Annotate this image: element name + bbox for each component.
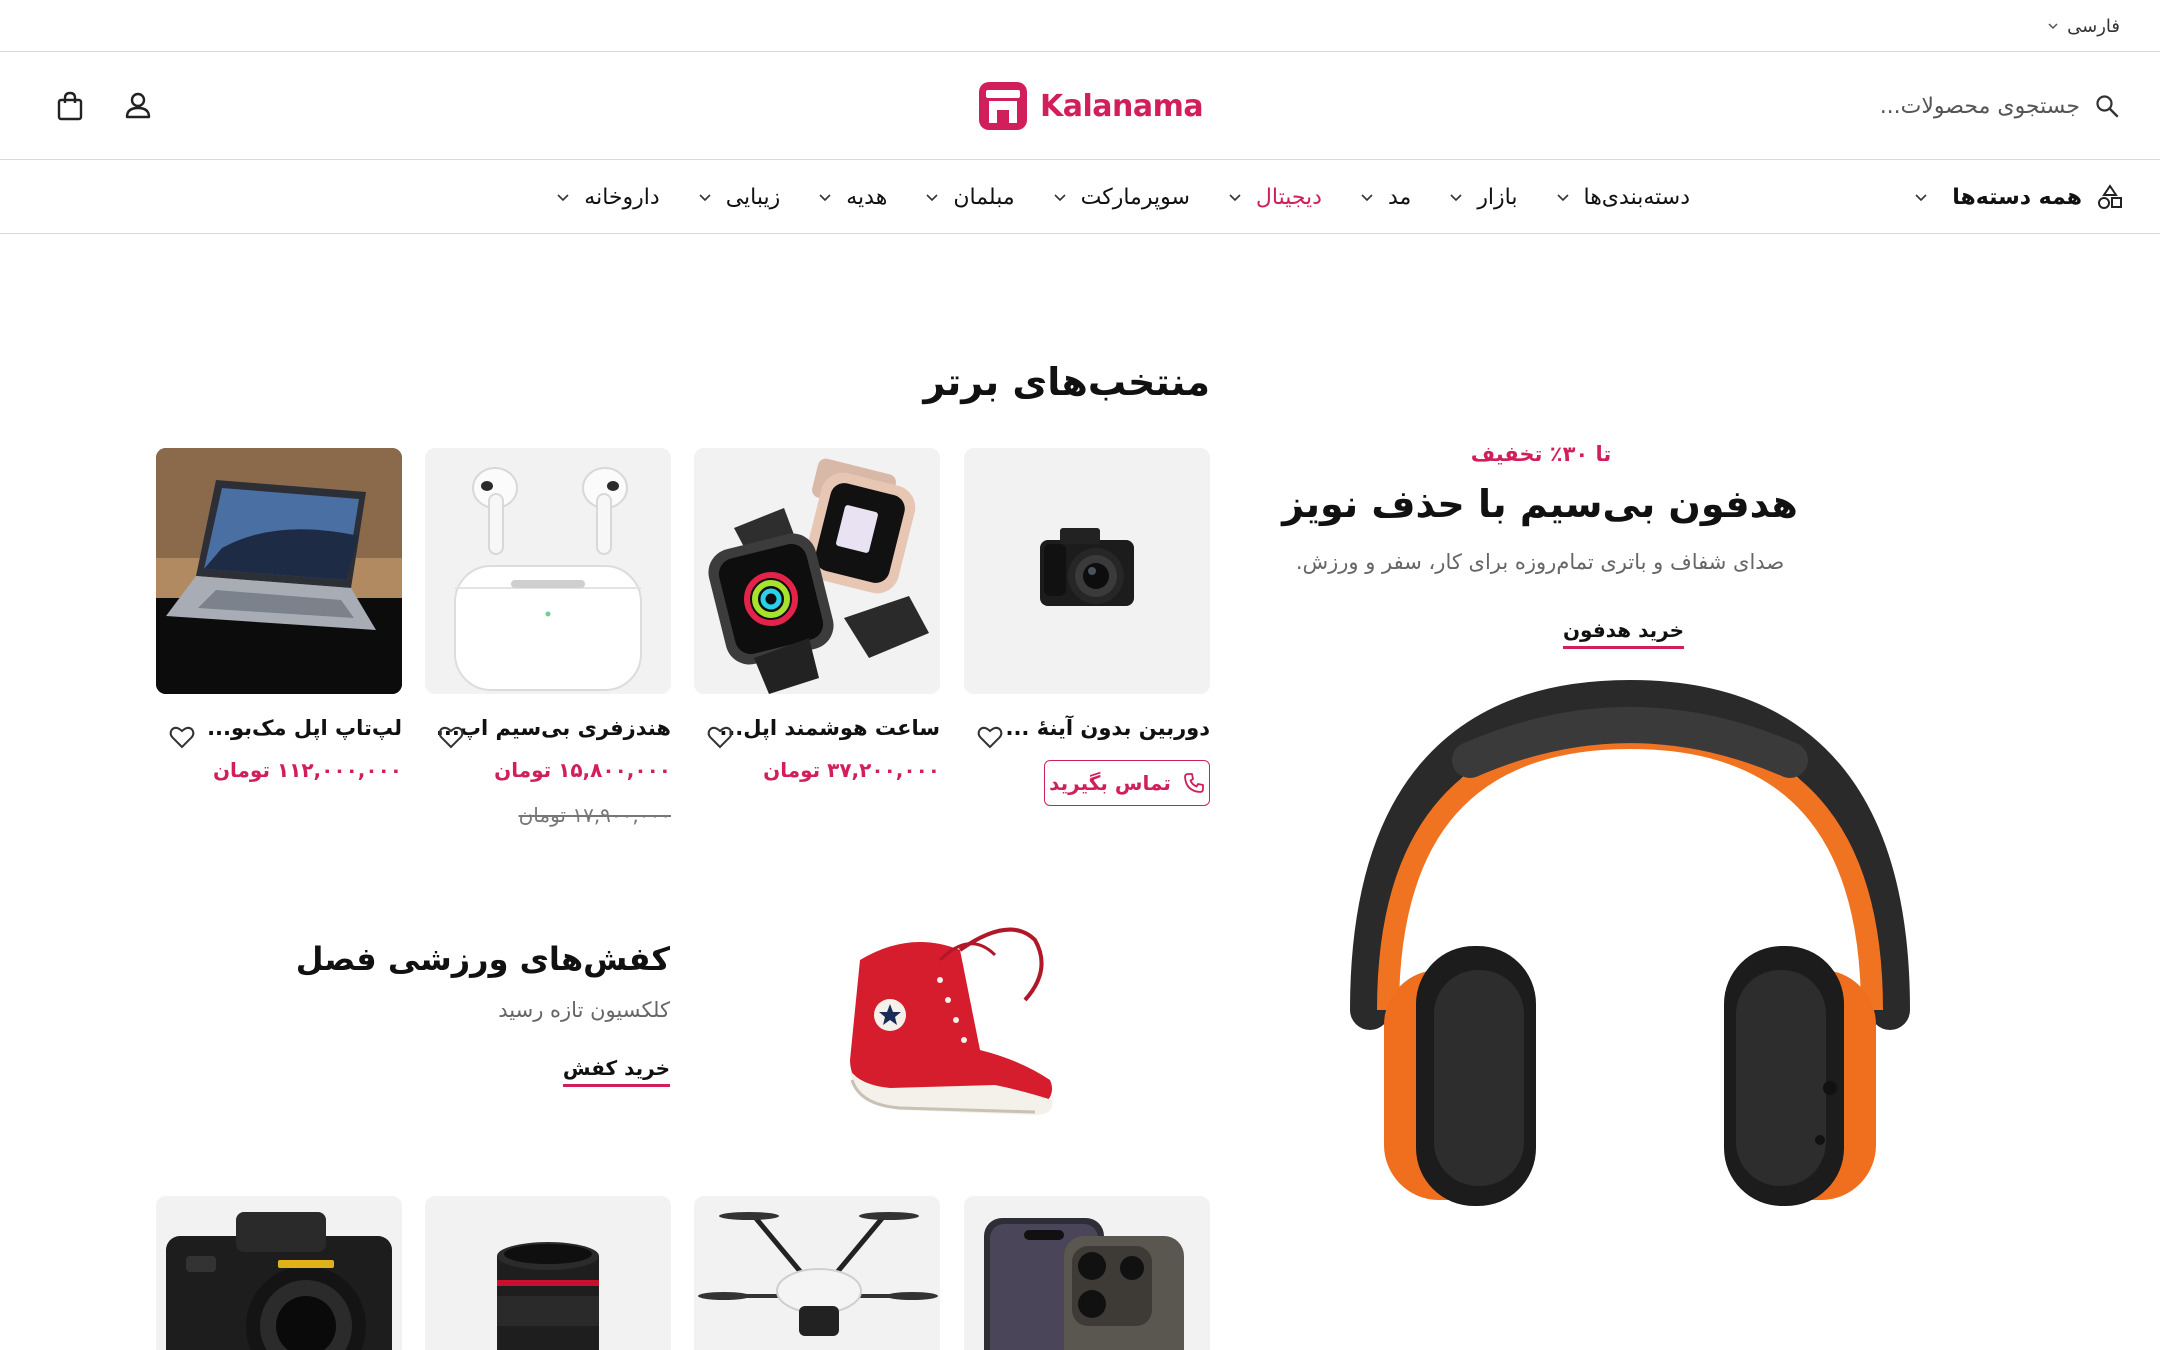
- chevron-down-icon: [1914, 190, 1928, 204]
- nav-item-label: دسته‌بندی‌ها: [1583, 184, 1691, 210]
- categories-shapes-icon: [2096, 183, 2124, 211]
- sneaker-image[interactable]: [820, 920, 1070, 1130]
- heart-icon[interactable]: [976, 723, 1004, 751]
- product-image[interactable]: [964, 1196, 1210, 1350]
- product-price: ۱۱۲,۰۰۰,۰۰۰ تومان: [212, 758, 402, 782]
- nav-item-label: زیبایی: [725, 184, 781, 210]
- nav-item-fashion[interactable]: مد: [1360, 185, 1411, 210]
- smartwatch-icon: [708, 458, 929, 694]
- nav-item-beauty[interactable]: زیبایی: [698, 184, 781, 210]
- heart-icon[interactable]: [437, 723, 465, 751]
- nav-item-pharmacy[interactable]: داروخانه: [556, 184, 660, 210]
- user-account-icon[interactable]: [122, 90, 154, 122]
- nav-item-label: سوپرمارکت: [1080, 184, 1190, 210]
- chevron-down-icon: [1449, 190, 1463, 204]
- logo[interactable]: Kalanama: [978, 80, 1204, 132]
- all-categories-button[interactable]: همه دسته‌ها: [1914, 180, 2124, 214]
- heart-icon[interactable]: [168, 723, 196, 751]
- search-icon[interactable]: [2094, 93, 2120, 119]
- contact-us-button[interactable]: تماس بگیرید: [1044, 760, 1210, 806]
- nav-item-label: داروخانه: [584, 184, 660, 210]
- section-title-top-picks: منتخب‌های برتر: [923, 360, 1210, 404]
- headphones-image[interactable]: [1330, 680, 1930, 1240]
- promo-discount-badge: تا ۳۰٪ تخفیف: [1470, 442, 1612, 466]
- chevron-down-icon: [698, 190, 712, 204]
- sneaker-icon: [850, 927, 1053, 1115]
- nav-item-bazaar[interactable]: بازار: [1449, 184, 1518, 210]
- site-header: جستجوی محصولات... Kalanama: [0, 52, 2160, 160]
- promo-title: هدفون بی‌سیم با حذف نویز: [1282, 482, 1798, 526]
- language-label: فارسی: [2067, 15, 2120, 37]
- promo-subtitle: صدای شفاف و باتری تمام‌روزه برای کار، سف…: [1295, 550, 1785, 574]
- main-navigation: همه دسته‌ها دسته‌بندی‌ها بازار مد دیجیتا…: [0, 160, 2160, 234]
- headphones-icon: [1350, 680, 1910, 1206]
- nav-item-digital[interactable]: دیجیتال: [1228, 185, 1322, 210]
- phone-icon: [1183, 772, 1205, 794]
- product-card[interactable]: ساعت هوشمند اپل... ۳۷,۲۰۰,۰۰۰ تومان: [694, 448, 940, 782]
- chevron-down-icon: [2047, 20, 2059, 32]
- chevron-down-icon: [818, 190, 832, 204]
- camera-lens-icon: [497, 1242, 599, 1350]
- product-price: ۱۵,۸۰۰,۰۰۰ تومان: [494, 758, 671, 782]
- camera-icon: [1040, 528, 1134, 606]
- earbuds-icon: [454, 467, 642, 691]
- chevron-down-icon: [925, 190, 939, 204]
- dslr-camera-icon: [166, 1212, 392, 1350]
- product-image[interactable]: [425, 1196, 671, 1350]
- nav-item-furniture[interactable]: مبلمان: [925, 184, 1015, 210]
- drone-icon: [698, 1212, 938, 1336]
- nav-item-label: مبلمان: [953, 184, 1015, 210]
- chevron-down-icon: [556, 190, 570, 204]
- product-card[interactable]: دوربین بدون آینهٔ ... تماس بگیرید: [964, 448, 1210, 806]
- chevron-down-icon: [1053, 190, 1067, 204]
- nav-item-gift[interactable]: هدیه: [818, 185, 887, 210]
- smartphone-icon: [984, 1218, 1184, 1350]
- shopping-bag-icon[interactable]: [54, 90, 86, 122]
- nav-item-label: مد: [1387, 184, 1412, 210]
- nav-item-label: بازار: [1477, 184, 1518, 210]
- nav-menu: دسته‌بندی‌ها بازار مد دیجیتال سوپرمارکت …: [556, 180, 1690, 214]
- shoes-banner-subtitle: کلکسیون تازه رسید: [498, 998, 670, 1022]
- chevron-down-icon: [1556, 190, 1570, 204]
- product-price: ۳۷,۲۰۰,۰۰۰ تومان: [763, 758, 940, 782]
- logo-text: Kalanama: [1040, 88, 1204, 124]
- nav-item-label: دیجیتال: [1255, 184, 1322, 210]
- product-image[interactable]: [964, 448, 1210, 694]
- shoes-banner-title: کفش‌های ورزشی فصل: [295, 940, 670, 978]
- product-old-price: ۱۷,۹۰۰,۰۰۰ تومان: [518, 803, 671, 827]
- laptop-icon: [156, 448, 402, 694]
- shop-headphones-link[interactable]: خرید هدفون: [1562, 618, 1684, 649]
- product-image[interactable]: [694, 448, 940, 694]
- heart-icon[interactable]: [706, 723, 734, 751]
- product-name[interactable]: هندزفری بی‌سیم اپ...: [436, 716, 671, 740]
- nav-item-label: هدیه: [846, 184, 888, 210]
- contact-label: تماس بگیرید: [1049, 771, 1171, 795]
- shop-shoes-link[interactable]: خرید کفش: [562, 1056, 670, 1087]
- language-selector[interactable]: فارسی: [2047, 12, 2120, 40]
- product-image[interactable]: [694, 1196, 940, 1350]
- product-name[interactable]: ساعت هوشمند اپل...: [719, 716, 940, 740]
- nav-item-categories[interactable]: دسته‌بندی‌ها: [1556, 184, 1691, 210]
- chevron-down-icon: [1360, 190, 1374, 204]
- product-image[interactable]: [156, 1196, 402, 1350]
- product-name[interactable]: لپ‌تاپ اپل مک‌بو...: [207, 716, 402, 740]
- product-name[interactable]: دوربین بدون آینهٔ ...: [1005, 716, 1210, 740]
- all-categories-label: همه دسته‌ها: [1952, 184, 2082, 210]
- nav-item-supermarket[interactable]: سوپرمارکت: [1053, 185, 1190, 210]
- product-image[interactable]: [156, 448, 402, 694]
- product-image[interactable]: [425, 448, 671, 694]
- top-bar: فارسی: [0, 0, 2160, 52]
- product-card[interactable]: هندزفری بی‌سیم اپ... ۱۵,۸۰۰,۰۰۰ تومان ۱۷…: [425, 448, 671, 827]
- product-card[interactable]: لپ‌تاپ اپل مک‌بو... ۱۱۲,۰۰۰,۰۰۰ تومان: [156, 448, 402, 782]
- search-placeholder: جستجوی محصولات...: [1879, 93, 2080, 119]
- store-logo-icon: [978, 81, 1028, 131]
- chevron-down-icon: [1228, 190, 1242, 204]
- search-input[interactable]: جستجوی محصولات...: [1880, 88, 2120, 124]
